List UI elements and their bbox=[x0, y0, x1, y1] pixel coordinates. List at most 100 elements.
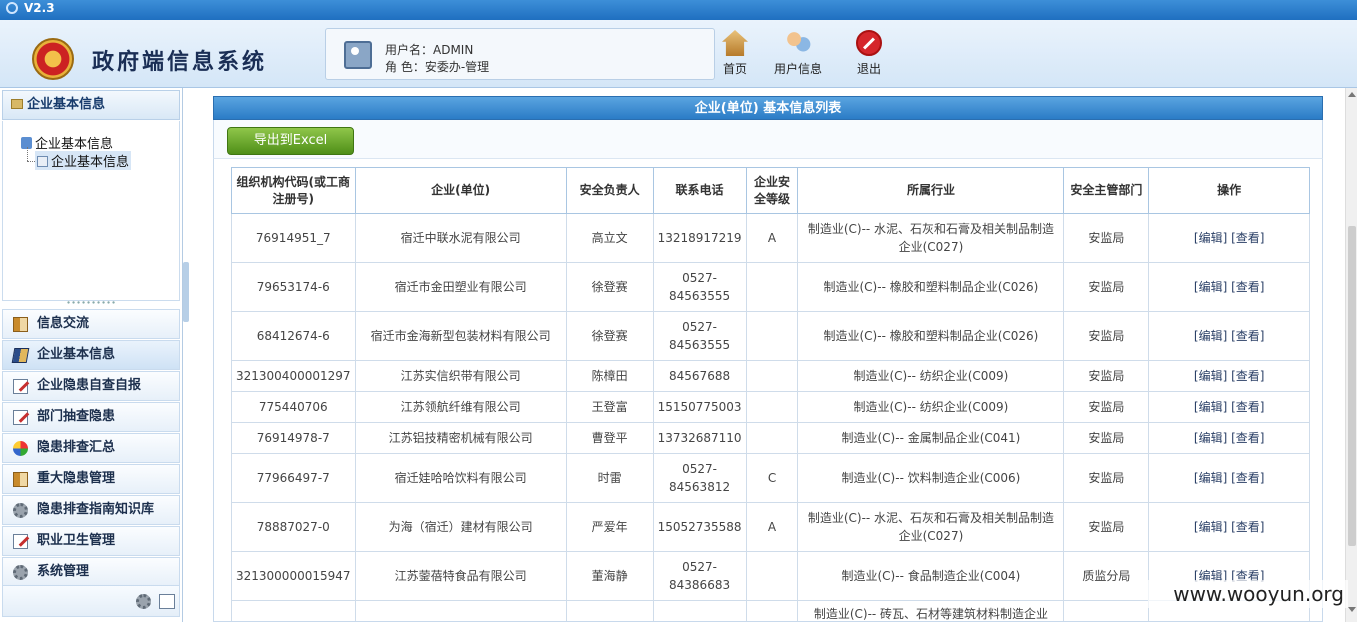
cell-op[interactable]: [编辑] [查看] bbox=[1148, 262, 1310, 312]
scroll-thumb[interactable] bbox=[1348, 226, 1356, 546]
cell-name: 宿迁市金田塑业有限公司 bbox=[354, 262, 567, 312]
cell-code: 77966497-7 bbox=[231, 453, 356, 503]
edit-icon[interactable] bbox=[159, 594, 175, 609]
cell-level bbox=[745, 311, 799, 361]
cell-phone: 0527-84386683 bbox=[652, 551, 747, 601]
table-header-row: 组织机构代码(或工商注册号) 企业(单位) 安全负责人 联系电话 企业安全等级 … bbox=[231, 167, 1310, 214]
sidebar-item-dept-check[interactable]: 部门抽查隐患 bbox=[2, 402, 180, 432]
cell-name: 江苏领航纤维有限公司 bbox=[354, 391, 567, 423]
gear-icon bbox=[13, 565, 28, 580]
tree-node-child[interactable]: 企业基本信息 bbox=[35, 151, 132, 170]
sidebar-collapse-handle[interactable] bbox=[183, 262, 189, 322]
scroll-down-icon[interactable] bbox=[1348, 607, 1356, 612]
table-row: 68412674-6 宿迁市金海新型包装材料有限公司 徐登赛 0527-8456355… bbox=[231, 311, 1310, 361]
sidebar: 企业基本信息 企业基本信息 企业基本信息 ∙∙∙∙∙∙∙∙∙∙ 信息交流 企业基… bbox=[0, 88, 183, 622]
sidebar-item-summary[interactable]: 隐患排查汇总 bbox=[2, 433, 180, 463]
cell-phone: 0527-84563555 bbox=[652, 311, 747, 361]
sidebar-item-occupational-health[interactable]: 职业卫生管理 bbox=[2, 526, 180, 556]
cell-person: 王登富 bbox=[565, 391, 654, 423]
sidebar-item-enterprise-info[interactable]: 企业基本信息 bbox=[2, 340, 180, 370]
sidebar-item-knowledge-base[interactable]: 隐患排查指南知识库 bbox=[2, 495, 180, 525]
users-icon bbox=[785, 30, 811, 56]
cell-phone: 84567688 bbox=[652, 360, 747, 392]
tree-node-root[interactable]: 企业基本信息 bbox=[21, 133, 113, 152]
panel-title: 企业(单位) 基本信息列表 bbox=[213, 96, 1323, 120]
username-label: 用户名：ADMIN bbox=[385, 43, 474, 57]
cell-dept: 安监局 bbox=[1063, 311, 1150, 361]
cell-op[interactable]: [编辑] [查看] bbox=[1148, 213, 1310, 263]
gear-icon bbox=[13, 503, 28, 518]
sidebar-splitter[interactable]: ∙∙∙∙∙∙∙∙∙∙ bbox=[2, 299, 180, 307]
col-header: 企业安全等级 bbox=[745, 167, 799, 214]
settings-icon[interactable] bbox=[136, 594, 151, 609]
cell-industry: 制造业(C)-- 橡胶和塑料制品企业(C026) bbox=[797, 311, 1065, 361]
cell-op[interactable]: [编辑] [查看] bbox=[1148, 502, 1310, 552]
table-row: 78887027-0 为海（宿迁）建材有限公司 严爱年 15052735588 A 制造业… bbox=[231, 502, 1310, 552]
gear-icon bbox=[6, 2, 18, 14]
folder-icon bbox=[11, 99, 23, 109]
cell-industry: 制造业(C)-- 纺织企业(C009) bbox=[797, 391, 1065, 423]
table-row: 76914951_7 宿迁中联水泥有限公司 高立文 13218917219 A 制造业(C… bbox=[231, 213, 1310, 263]
cell-phone: 15150775003 bbox=[652, 391, 747, 423]
table-row: 775440706 江苏领航纤维有限公司 王登富 15150775003 制造业(C)-… bbox=[231, 391, 1310, 423]
tree-line bbox=[27, 161, 35, 162]
page-scrollbar[interactable] bbox=[1345, 88, 1357, 622]
cell-op[interactable]: [编辑] [查看] bbox=[1148, 453, 1310, 503]
sidebar-item-major-hazard[interactable]: 重大隐患管理 bbox=[2, 464, 180, 494]
col-header: 组织机构代码(或工商注册号) bbox=[231, 167, 356, 214]
cell-phone bbox=[652, 600, 747, 621]
cell-phone: 13218917219 bbox=[652, 213, 747, 263]
cell-industry: 制造业(C)-- 金属制品企业(C041) bbox=[797, 422, 1065, 454]
tree-view: 企业基本信息 企业基本信息 bbox=[2, 121, 180, 301]
cell-name: 宿迁中联水泥有限公司 bbox=[354, 213, 567, 263]
cell-name: 宿迁娃哈哈饮料有限公司 bbox=[354, 453, 567, 503]
book-icon bbox=[13, 472, 28, 487]
cell-level bbox=[745, 391, 799, 423]
cell-dept: 安监局 bbox=[1063, 422, 1150, 454]
col-header: 所属行业 bbox=[797, 167, 1065, 214]
cell-phone: 15052735588 bbox=[652, 502, 747, 552]
cell-op[interactable]: [编辑] [查看] bbox=[1148, 391, 1310, 423]
cell-code: 321300000015947 bbox=[231, 551, 356, 601]
export-excel-button[interactable]: 导出到Excel bbox=[227, 127, 354, 155]
cell-phone: 0527-84563812 bbox=[652, 453, 747, 503]
table-row: 77966497-7 宿迁娃哈哈饮料有限公司 时雷 0527-84563812 C 制造业… bbox=[231, 453, 1310, 503]
enterprise-table: 组织机构代码(或工商注册号) 企业(单位) 安全负责人 联系电话 企业安全等级 … bbox=[231, 167, 1310, 621]
user-info-button[interactable]: 用户信息 bbox=[768, 30, 828, 77]
edit-icon bbox=[13, 379, 28, 394]
sidebar-item-self-check[interactable]: 企业隐患自查自报 bbox=[2, 371, 180, 401]
cell-op[interactable]: [编辑] [查看] bbox=[1148, 360, 1310, 392]
cell-code: 68412674-6 bbox=[231, 311, 356, 361]
cell-person: 徐登赛 bbox=[565, 262, 654, 312]
user-info-box: 用户名：ADMIN 角 色：安委办-管理 bbox=[325, 28, 715, 80]
home-button[interactable]: 首页 bbox=[718, 30, 752, 77]
version-label: V2.3 bbox=[24, 1, 55, 15]
col-header: 联系电话 bbox=[652, 167, 747, 214]
cell-industry: 制造业(C)-- 橡胶和塑料制品企业(C026) bbox=[797, 262, 1065, 312]
cell-op[interactable]: [编辑] [查看] bbox=[1148, 311, 1310, 361]
sidebar-section-title: 企业基本信息 bbox=[2, 90, 180, 120]
cell-level: C bbox=[745, 453, 799, 503]
col-header: 安全负责人 bbox=[565, 167, 654, 214]
sidebar-item-info-exchange[interactable]: 信息交流 bbox=[2, 309, 180, 339]
cell-dept: 安监局 bbox=[1063, 262, 1150, 312]
col-header: 操作 bbox=[1148, 167, 1310, 214]
cell-industry: 制造业(C)-- 水泥、石灰和石膏及相关制品制造企业(C027) bbox=[797, 502, 1065, 552]
sidebar-item-system-admin[interactable]: 系统管理 bbox=[2, 557, 180, 587]
cell-person: 高立文 bbox=[565, 213, 654, 263]
cell-phone: 13732687110 bbox=[652, 422, 747, 454]
cell-name: 为海（宿迁）建材有限公司 bbox=[354, 502, 567, 552]
cell-industry: 制造业(C)-- 饮料制造企业(C006) bbox=[797, 453, 1065, 503]
sidebar-footer bbox=[2, 585, 180, 617]
cell-level bbox=[745, 262, 799, 312]
tree-line bbox=[27, 147, 28, 161]
main-panel: 企业(单位) 基本信息列表 导出到Excel 组织机构代码(或工商注册号) 企业… bbox=[213, 96, 1323, 622]
cell-person: 董海静 bbox=[565, 551, 654, 601]
cell-person: 曹登平 bbox=[565, 422, 654, 454]
header: 政府端信息系统 用户名：ADMIN 角 色：安委办-管理 首页 用户信息 退出 bbox=[0, 20, 1357, 88]
exit-button[interactable]: 退出 bbox=[852, 30, 886, 77]
edit-icon bbox=[13, 534, 28, 549]
scroll-up-icon[interactable] bbox=[1348, 92, 1356, 97]
cell-op[interactable]: [编辑] [查看] bbox=[1148, 422, 1310, 454]
home-icon bbox=[722, 30, 748, 56]
